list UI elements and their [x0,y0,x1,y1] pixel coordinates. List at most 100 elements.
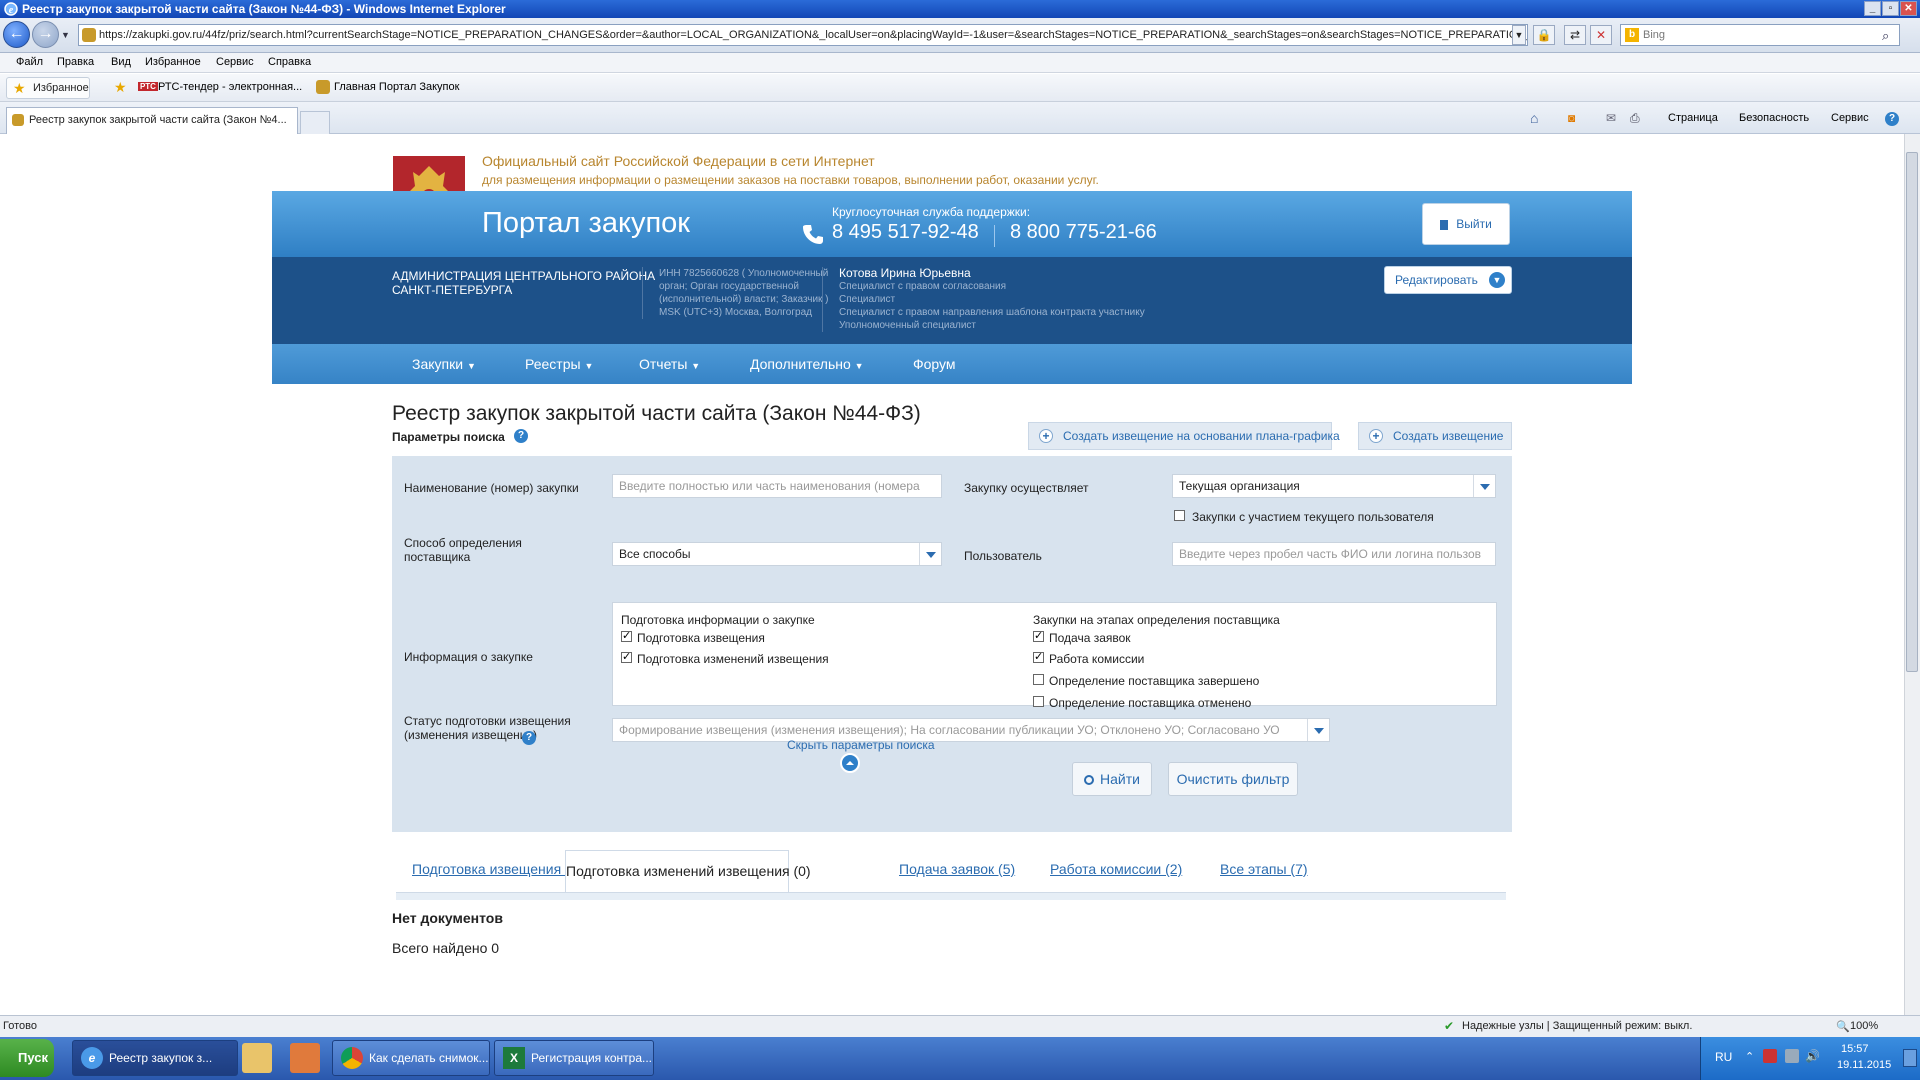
window-title-bar[interactable]: e Реестр закупок закрытой части сайта (З… [0,0,1920,18]
taskbar-excel-window[interactable]: X Регистрация контра... [494,1040,654,1076]
maximize-button[interactable]: ▫ [1882,1,1899,16]
nav-procurements[interactable]: Закупки ▼ [412,356,476,372]
performer-select[interactable]: Текущая организация [1172,474,1496,498]
method-value: Все способы [619,547,691,561]
nav-reports[interactable]: Отчеты ▼ [639,356,700,372]
volume-icon[interactable]: 🔊 [1805,1049,1820,1063]
language-indicator[interactable]: RU [1715,1050,1732,1064]
support-phone-1: 8 495 517-92-48 [832,221,979,243]
stage-cancelled-checkbox[interactable] [1033,696,1044,707]
home-icon[interactable]: ⌂ [1530,110,1538,126]
close-window-button[interactable]: ✕ [1900,1,1917,16]
prep-notice-checkbox[interactable]: ✓ [621,631,632,642]
lock-icon[interactable]: 🔒 [1533,25,1555,45]
user-role: Специалист с правом согласования [839,281,1007,292]
menu-help[interactable]: Справка [268,56,311,68]
new-tab-button[interactable] [300,111,330,134]
create-notice-button[interactable]: + Создать извещение [1358,422,1512,450]
explorer-icon[interactable] [242,1043,272,1073]
edit-profile-label: Редактировать [1395,273,1478,287]
feeds-icon[interactable]: ◙ [1568,111,1575,125]
stop-icon[interactable]: ✕ [1590,25,1612,45]
zoom-level[interactable]: 100% [1850,1020,1878,1032]
stage-bids-checkbox[interactable]: ✓ [1033,631,1044,642]
plus-icon: + [1039,429,1053,443]
favorites-button[interactable]: ★ Избранное [6,77,90,99]
forward-button[interactable]: → [32,21,59,48]
browser-help-icon[interactable]: ? [1885,112,1899,126]
add-favorite-icon[interactable]: ★ [114,79,127,96]
name-input[interactable]: Введите полностью или часть наименования… [612,474,942,498]
menu-view[interactable]: Вид [111,56,131,68]
print-icon[interactable]: ⎙ [1630,111,1640,126]
browser-tab-bar: Реестр закупок закрытой части сайта (Зак… [0,102,1920,134]
minimize-button[interactable]: _ [1864,1,1881,16]
menu-favorites[interactable]: Избранное [145,56,201,68]
show-desktop-button[interactable] [1903,1049,1917,1067]
chevron-down-icon: ▼ [691,361,701,371]
nav-registries[interactable]: Реестры ▼ [525,356,593,372]
clock-date[interactable]: 19.11.2015 [1837,1059,1891,1071]
portal-title[interactable]: Портал закупок [482,207,690,240]
performer-label: Закупку осуществляет [964,481,1089,495]
chevron-up-icon[interactable] [840,753,860,773]
search-icon[interactable]: ⌕ [1882,28,1889,44]
nav-forum[interactable]: Форум [913,356,956,372]
vertical-scrollbar-thumb[interactable] [1906,152,1918,672]
media-player-icon[interactable] [290,1043,320,1073]
tab-commission[interactable]: Работа комиссии (2) [1050,861,1182,877]
nav-registries-label: Реестры [525,356,581,372]
menu-tools[interactable]: Сервис [216,56,254,68]
prep-changes-checkbox[interactable]: ✓ [621,652,632,663]
nav-additional[interactable]: Дополнительно ▼ [750,356,864,372]
taskbar-ie-window[interactable]: e Реестр закупок з... [72,1040,238,1076]
current-user-label: Закупки с участием текущего пользователя [1192,510,1434,524]
network-icon[interactable] [1785,1049,1799,1063]
tab-notice-prep[interactable]: Подготовка извещения (0) [412,861,582,877]
help-icon[interactable]: ? [514,429,528,443]
tab-bids-label: Подача заявок (5) [899,861,1016,877]
procurement-info-box: Подготовка информации о закупке ✓ Подгот… [612,602,1497,710]
create-notice-from-plan-button[interactable]: + Создать извещение на основании плана-гр… [1028,422,1340,450]
menu-edit[interactable]: Правка [57,56,94,68]
clock-time[interactable]: 15:57 [1841,1043,1869,1055]
stage-commission-checkbox[interactable]: ✓ [1033,652,1044,663]
back-button[interactable]: ← [3,21,30,48]
read-mail-icon[interactable]: ✉ [1606,111,1616,125]
help-icon[interactable]: ? [522,731,536,745]
address-input[interactable]: https://zakupki.gov.ru/44fz/priz/search.… [78,24,1528,46]
organization-details: ИНН 7825660628 ( Уполномоченный орган; О… [642,267,842,319]
bing-search-input[interactable]: Bing [1620,24,1900,46]
tab-bids[interactable]: Подача заявок (5) [899,861,1015,877]
tabs-underline [396,892,1506,900]
status-select[interactable]: Формирование извещения (изменения извеще… [612,718,1330,742]
edit-profile-button[interactable]: Редактировать ▼ [1384,266,1512,294]
zakupki-favicon-icon [316,80,330,94]
tray-expand-icon[interactable]: ⌃ [1745,1050,1754,1063]
history-dropdown-icon[interactable]: ▼ [61,30,71,40]
compatibility-view-icon[interactable]: ⇄ [1564,25,1586,45]
browser-tab-active[interactable]: Реестр закупок закрытой части сайта (Зак… [6,107,298,134]
tab-notice-changes-active[interactable]: Подготовка изменений извещения (0) [565,850,811,893]
current-user-checkbox[interactable] [1174,510,1185,521]
security-zone-text[interactable]: Надежные узлы | Защищенный режим: выкл. [1462,1020,1692,1032]
address-dropdown-icon[interactable]: ▼ [1512,25,1526,45]
tray-app-icon[interactable] [1763,1049,1777,1063]
favorite-zakupki-portal[interactable]: Главная Портал Закупок [334,81,459,93]
user-input[interactable]: Введите через пробел часть ФИО или логин… [1172,542,1496,566]
command-page[interactable]: Страница [1668,112,1718,124]
clear-filter-button[interactable]: Очистить фильтр [1168,762,1298,796]
find-button[interactable]: Найти [1072,762,1152,796]
tab-all-stages[interactable]: Все этапы (7) [1220,861,1308,877]
taskbar-chrome-window[interactable]: Как сделать снимок... [332,1040,490,1076]
favorite-rts-tender[interactable]: РТС-тендер - электронная... [158,81,302,93]
logout-button[interactable]: Выйти [1422,203,1510,245]
hide-params-link[interactable]: Скрыть параметры поиска [787,738,935,752]
command-safety[interactable]: Безопасность [1739,112,1809,124]
stage-completed-checkbox[interactable] [1033,674,1044,685]
start-button[interactable]: Пуск [0,1039,54,1077]
menu-file[interactable]: Файл [16,56,43,68]
method-select[interactable]: Все способы [612,542,942,566]
taskbar-item-label: Реестр закупок з... [109,1051,213,1065]
command-tools[interactable]: Сервис [1831,112,1869,124]
